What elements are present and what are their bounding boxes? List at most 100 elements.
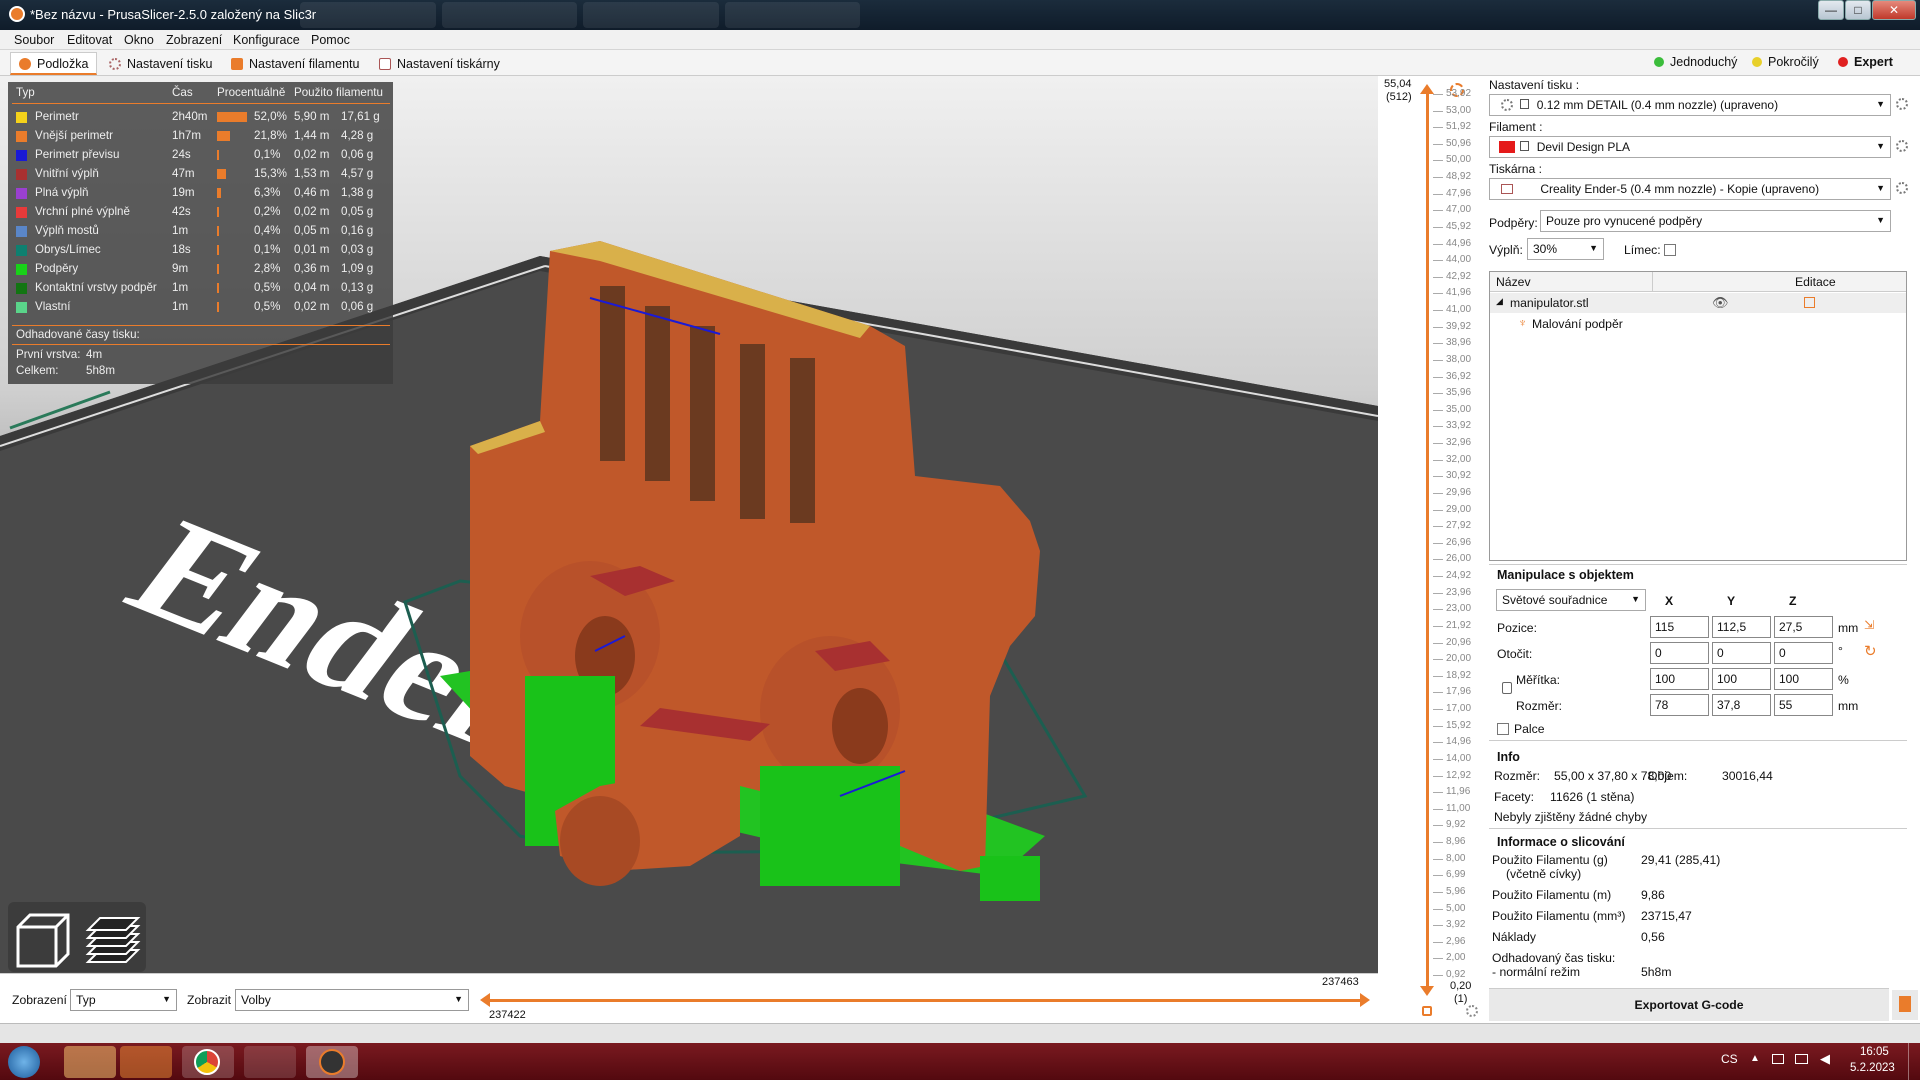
vslider-track[interactable]	[1426, 91, 1429, 991]
vertical-layer-slider[interactable]: 55,04 (512) 53,92 53,00 51,92 50,96 50,00 48,…	[1378, 76, 1488, 1023]
menu-pomoc[interactable]: Pomoc	[311, 33, 350, 47]
filament-edit-gear-icon[interactable]	[1896, 140, 1908, 152]
brim-checkbox[interactable]	[1664, 244, 1676, 256]
vslider-tick-label: 39,92	[1446, 320, 1472, 332]
position-y-input[interactable]: 112,5	[1712, 616, 1771, 638]
legend-row[interactable]: Výplň mostů 1m 0,4% 0,05 m 0,16 g	[8, 222, 393, 241]
maximize-button[interactable]: □	[1845, 0, 1871, 20]
object-child-name[interactable]: Malování podpěr	[1532, 317, 1623, 331]
mode-simple[interactable]: Jednoduchý	[1650, 55, 1737, 69]
vslider-tick-label: 42,92	[1446, 270, 1472, 282]
horizontal-slider-track[interactable]	[485, 999, 1365, 1002]
clock-time[interactable]: 16:05	[1860, 1046, 1889, 1058]
file-explorer-icon[interactable]	[64, 1046, 116, 1078]
media-player-icon[interactable]	[120, 1046, 172, 1078]
edit-object-icon[interactable]	[1804, 297, 1815, 308]
action-center-icon[interactable]	[1772, 1054, 1784, 1064]
language-indicator[interactable]: CS	[1721, 1052, 1738, 1066]
printer-select[interactable]: Creality Ender-5 (0.4 mm nozzle) - Kopie…	[1489, 178, 1891, 200]
menu-konfigurace[interactable]: Konfigurace	[233, 33, 300, 47]
filament-color-swatch[interactable]	[1499, 141, 1515, 153]
vslider-tick-label: 30,92	[1446, 470, 1472, 482]
tab-filament-settings[interactable]: Nastavení filamentu	[222, 52, 368, 75]
scale-lock-icon[interactable]	[1502, 682, 1512, 694]
vslider-bottom-thumb[interactable]	[1420, 986, 1434, 996]
slice-info-label: Použito Filamentu (mm³)	[1492, 909, 1626, 923]
volume-icon[interactable]: ◀	[1820, 1051, 1830, 1067]
legend-percent: 21,8%	[254, 129, 287, 142]
menu-soubor[interactable]: Soubor	[14, 33, 54, 47]
filament-select[interactable]: Devil Design PLA ▼	[1489, 136, 1891, 158]
calculator-icon[interactable]	[244, 1046, 296, 1078]
printer-edit-gear-icon[interactable]	[1896, 182, 1908, 194]
size-z-input[interactable]: 55	[1774, 694, 1833, 716]
drop-to-bed-icon[interactable]: ⇲	[1864, 618, 1874, 632]
object-name[interactable]: manipulator.stl	[1510, 296, 1589, 310]
mode-advanced[interactable]: Pokročilý	[1748, 55, 1819, 69]
tab-printer-settings[interactable]: Nastavení tiskárny	[370, 52, 509, 75]
scale-x-input[interactable]: 100	[1650, 668, 1709, 690]
legend-row[interactable]: Perimetr 2h40m 52,0% 5,90 m 17,61 g	[8, 108, 393, 127]
slice-info-label: Odhadovaný čas tisku:	[1492, 951, 1616, 965]
export-gcode-button[interactable]: Exportovat G-code	[1489, 988, 1889, 1021]
legend-row[interactable]: Kontaktní vrstvy podpěr 1m 0,5% 0,04 m 0,13 …	[8, 279, 393, 298]
tab-print-settings[interactable]: Nastavení tisku	[100, 52, 221, 75]
scale-y-input[interactable]: 100	[1712, 668, 1771, 690]
position-x-input[interactable]: 115	[1650, 616, 1709, 638]
minimize-button[interactable]: —	[1818, 0, 1844, 20]
prusaslicer-taskbar-icon[interactable]	[306, 1046, 358, 1078]
print-settings-select[interactable]: 0.12 mm DETAIL (0.4 mm nozzle) (upraveno…	[1489, 94, 1891, 116]
slider-left-thumb[interactable]	[480, 993, 490, 1007]
scale-z-input[interactable]: 100	[1774, 668, 1833, 690]
gear-icon[interactable]	[1466, 1005, 1478, 1017]
menu-editovat[interactable]: Editovat	[67, 33, 112, 47]
rotate-x-input[interactable]: 0	[1650, 642, 1709, 664]
lock-icon[interactable]	[1422, 1006, 1432, 1016]
network-icon[interactable]	[1795, 1054, 1808, 1064]
legend-row[interactable]: Vnější perimetr 1h7m 21,8% 1,44 m 4,28 g	[8, 127, 393, 146]
vslider-top-thumb[interactable]	[1420, 84, 1434, 94]
coordinate-system-select[interactable]: Světové souřadnice ▼	[1496, 589, 1646, 611]
object-row[interactable]: ◢ manipulator.stl 👁	[1490, 293, 1906, 313]
clock-date[interactable]: 5.2.2023	[1850, 1062, 1895, 1074]
chrome-icon[interactable]	[182, 1046, 234, 1078]
chrome-logo	[194, 1049, 220, 1075]
vslider-tick-label: 38,00	[1446, 353, 1472, 365]
eye-icon[interactable]: 👁	[1712, 295, 1729, 311]
view-type-select[interactable]: Typ ▼	[70, 989, 177, 1011]
close-button[interactable]: ✕	[1872, 0, 1916, 20]
layers-view-icon[interactable]	[78, 902, 146, 972]
print-settings-edit-gear-icon[interactable]	[1896, 98, 1908, 110]
legend-row[interactable]: Plná výplň 19m 6,3% 0,46 m 1,38 g	[8, 184, 393, 203]
expand-triangle-icon[interactable]: ◢	[1496, 296, 1503, 307]
legend-row[interactable]: Vrchní plné výplně 42s 0,2% 0,02 m 0,05 g	[8, 203, 393, 222]
inches-checkbox[interactable]	[1497, 723, 1509, 735]
vslider-tick-mark	[1433, 426, 1443, 428]
legend-row[interactable]: Podpěry 9m 2,8% 0,36 m 1,09 g	[8, 260, 393, 279]
size-y-input[interactable]: 37,8	[1712, 694, 1771, 716]
reset-rotation-icon[interactable]: ↻	[1864, 642, 1877, 660]
legend-row[interactable]: Perimetr převisu 24s 0,1% 0,02 m 0,06 g	[8, 146, 393, 165]
legend-row[interactable]: Vnitřní výplň 47m 15,3% 1,53 m 4,57 g	[8, 165, 393, 184]
size-x-input[interactable]: 78	[1650, 694, 1709, 716]
rotate-z-input[interactable]: 0	[1774, 642, 1833, 664]
filament-value: Devil Design PLA	[1536, 140, 1631, 154]
menu-zobrazeni[interactable]: Zobrazení	[166, 33, 222, 47]
legend-row[interactable]: Obrys/Límec 18s 0,1% 0,01 m 0,03 g	[8, 241, 393, 260]
position-z-input[interactable]: 27,5	[1774, 616, 1833, 638]
mode-expert[interactable]: Expert	[1834, 55, 1893, 69]
show-options-select[interactable]: Volby ▼	[235, 989, 469, 1011]
tab-plater[interactable]: Podložka	[10, 52, 98, 75]
rotate-y-input[interactable]: 0	[1712, 642, 1771, 664]
menu-okno[interactable]: Okno	[124, 33, 154, 47]
object-child-row[interactable]: ♆ Malování podpěr	[1490, 313, 1906, 333]
show-desktop-button[interactable]	[1908, 1043, 1920, 1080]
start-button-icon[interactable]	[8, 1046, 40, 1078]
slider-right-thumb[interactable]	[1360, 993, 1370, 1007]
legend-grams: 0,06 g	[341, 300, 374, 313]
legend-row[interactable]: Vlastní 1m 0,5% 0,02 m 0,06 g	[8, 298, 393, 317]
send-to-printer-button[interactable]	[1892, 990, 1918, 1020]
supports-select[interactable]: Pouze pro vynucené podpěry ▼	[1540, 210, 1891, 232]
infill-select[interactable]: 30% ▼	[1527, 238, 1604, 260]
tray-arrow-icon[interactable]: ▲	[1750, 1053, 1760, 1064]
